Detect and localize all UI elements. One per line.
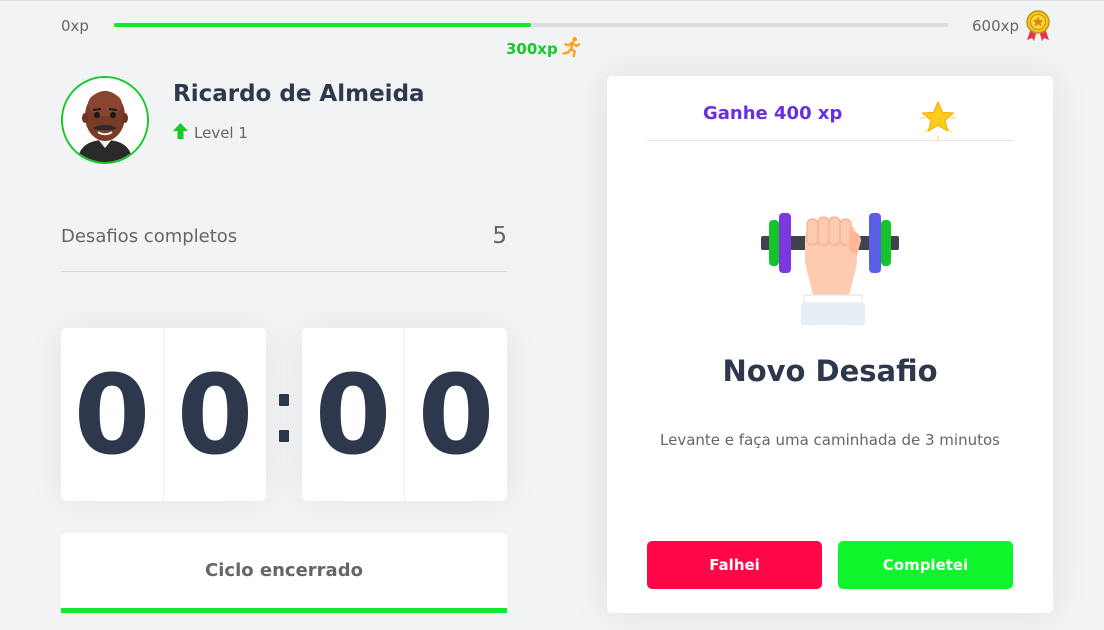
level-row: Level 1 [173, 123, 248, 143]
runner-icon [560, 36, 582, 62]
challenge-card: Ganhe 400 xp Novo Desafio Levante e faça… [607, 76, 1053, 613]
challenge-title: Novo Desafio [722, 354, 938, 388]
completed-challenges-label: Desafios completos [61, 226, 238, 247]
countdown-seconds: 0 0 [302, 328, 507, 501]
challenge-reward: Ganhe 400 xp [703, 103, 843, 124]
xp-progress-bar [114, 23, 948, 27]
countdown-minutes: 0 0 [61, 328, 266, 501]
challenge-description: Levante e faça uma caminhada de 3 minuto… [660, 431, 1000, 449]
level-label: Level 1 [194, 124, 248, 142]
countdown-separator [276, 392, 290, 444]
xp-min-label: 0xp [61, 17, 89, 35]
avatar [61, 76, 149, 164]
second-digit-left: 0 [302, 328, 405, 501]
top-border [0, 0, 1104, 1]
profile-name: Ricardo de Almeida [173, 81, 425, 107]
card-divider [647, 140, 1013, 141]
minute-digit-right: 0 [176, 350, 254, 479]
dumbbell-icon [757, 211, 903, 331]
divider [61, 271, 507, 272]
completed-challenges-value: 5 [492, 223, 507, 249]
star-icon [917, 98, 959, 144]
second-digit-right: 0 [417, 350, 495, 479]
xp-current-indicator: 300xp [506, 36, 582, 62]
complete-button[interactable]: Completei [838, 541, 1013, 589]
minute-digit-left: 0 [61, 328, 164, 501]
cycle-ended-button[interactable]: Ciclo encerrado [61, 533, 507, 613]
xp-max-label: 600xp [972, 17, 1020, 35]
xp-current-label: 300xp [506, 40, 558, 58]
medal-icon [1023, 10, 1053, 46]
fail-button[interactable]: Falhei [647, 541, 822, 589]
xp-progress-fill [114, 23, 531, 27]
arrow-up-icon [173, 123, 188, 143]
